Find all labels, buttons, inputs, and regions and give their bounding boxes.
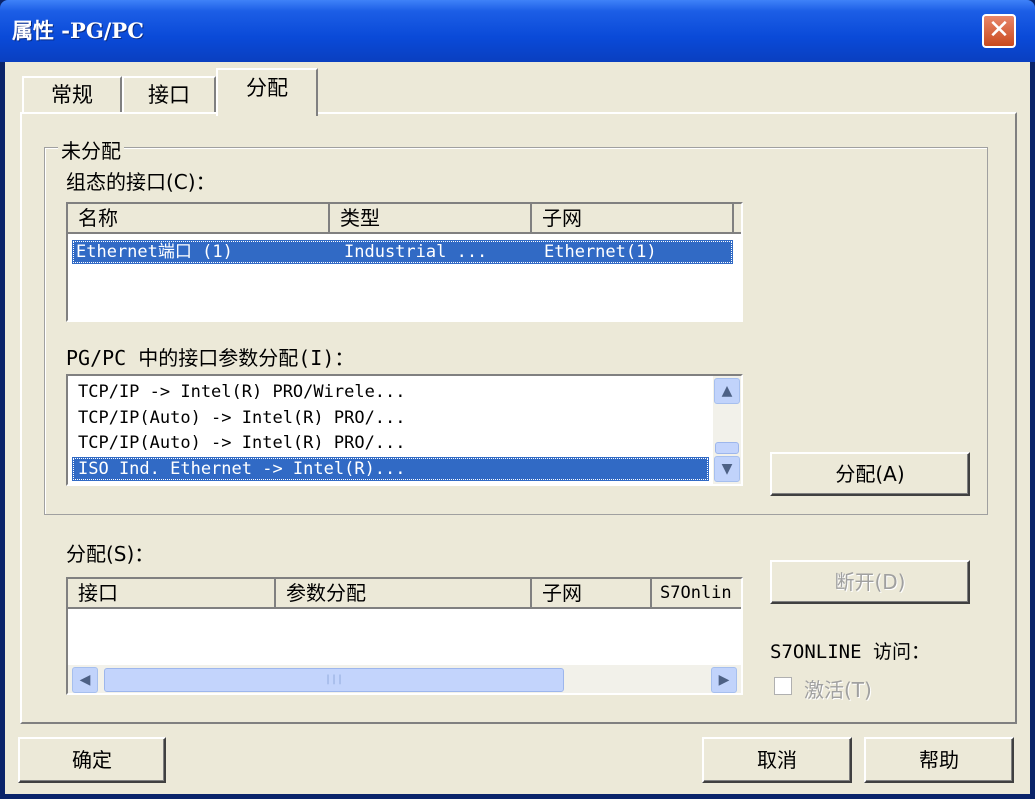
column-header-name[interactable]: 名称 <box>68 204 330 234</box>
list-item[interactable]: TCP/IP(Auto) -> Intel(R) PRO/... <box>72 406 713 430</box>
chevron-up-icon: ▲ <box>721 383 733 399</box>
column-header-interface[interactable]: 接口 <box>68 579 276 609</box>
scroll-down-button[interactable]: ▼ <box>714 456 740 482</box>
activate-checkbox[interactable] <box>774 677 792 695</box>
scroll-right-button[interactable]: ▶ <box>711 667 737 693</box>
tab-assignment[interactable]: 分配 <box>216 68 318 116</box>
close-button[interactable]: ✕ <box>982 14 1016 48</box>
assigned-list[interactable]: 接口 参数分配 子网 S7Onlin ◀ ||| ▶ <box>66 577 743 695</box>
column-header-filler <box>734 204 741 234</box>
scroll-left-button[interactable]: ◀ <box>72 667 98 693</box>
list-item-selected[interactable]: ISO Ind. Ethernet -> Intel(R)... <box>72 457 709 481</box>
table-row[interactable]: Ethernet端口 (1) Industrial ... Ethernet(1… <box>72 240 733 264</box>
activate-label: 激活(T) <box>804 678 872 702</box>
column-header-subnet[interactable]: 子网 <box>532 204 734 234</box>
column-header-type[interactable]: 类型 <box>330 204 532 234</box>
help-button[interactable]: 帮助 <box>864 737 1014 783</box>
param-assignment-label: PG/PC 中的接口参数分配(I)： <box>66 346 355 370</box>
tab-label: 常规 <box>51 83 93 107</box>
configured-interfaces-list[interactable]: 名称 类型 子网 Ethernet端口 (1) Industrial ... E… <box>66 202 743 322</box>
chevron-left-icon: ◀ <box>79 672 91 688</box>
list-item[interactable]: TCP/IP(Auto) -> Intel(R) PRO/... <box>72 431 713 455</box>
column-header-s7online[interactable]: S7Onlin <box>652 579 741 609</box>
tab-general[interactable]: 常规 <box>22 76 122 112</box>
list-item[interactable]: TCP/IP -> Intel(R) PRO/Wirele... <box>72 380 713 404</box>
chevron-right-icon: ▶ <box>718 672 730 688</box>
tab-interfaces[interactable]: 接口 <box>122 76 216 112</box>
cell-subnet: Ethernet(1) <box>544 242 657 262</box>
tab-label: 接口 <box>148 83 190 107</box>
s7online-access-label: S7ONLINE 访问： <box>770 641 930 663</box>
scroll-up-button[interactable]: ▲ <box>714 378 740 404</box>
assign-button[interactable]: 分配(A) <box>770 452 970 496</box>
cell-type: Industrial ... <box>344 242 488 262</box>
title-bar[interactable]: 属性 -PG/PC ✕ <box>0 0 1035 62</box>
assigned-label: 分配(S)： <box>66 542 155 566</box>
window-title: 属性 -PG/PC <box>12 18 144 43</box>
column-header-param-assignment[interactable]: 参数分配 <box>276 579 532 609</box>
scrollbar-thumb[interactable]: ||| <box>104 668 564 692</box>
close-icon: ✕ <box>988 15 1010 45</box>
grip-icon: ||| <box>324 674 344 685</box>
param-assignment-list[interactable]: TCP/IP -> Intel(R) PRO/Wirele... TCP/IP(… <box>66 374 743 486</box>
chevron-down-icon: ▼ <box>721 461 733 477</box>
configured-interfaces-label: 组态的接口(C)： <box>66 170 216 194</box>
properties-dialog: 属性 -PG/PC ✕ 常规 接口 分配 未分配 组态的接口(C)： 名称 类型… <box>0 0 1035 799</box>
ok-button[interactable]: 确定 <box>18 737 166 783</box>
unassigned-group-label: 未分配 <box>58 135 124 164</box>
cancel-button[interactable]: 取消 <box>702 737 852 783</box>
tab-label: 分配 <box>246 76 288 100</box>
scrollbar-thumb[interactable] <box>715 442 739 454</box>
column-header-subnet[interactable]: 子网 <box>532 579 652 609</box>
disconnect-button[interactable]: 断开(D) <box>770 560 970 604</box>
cell-name: Ethernet端口 (1) <box>76 242 233 262</box>
